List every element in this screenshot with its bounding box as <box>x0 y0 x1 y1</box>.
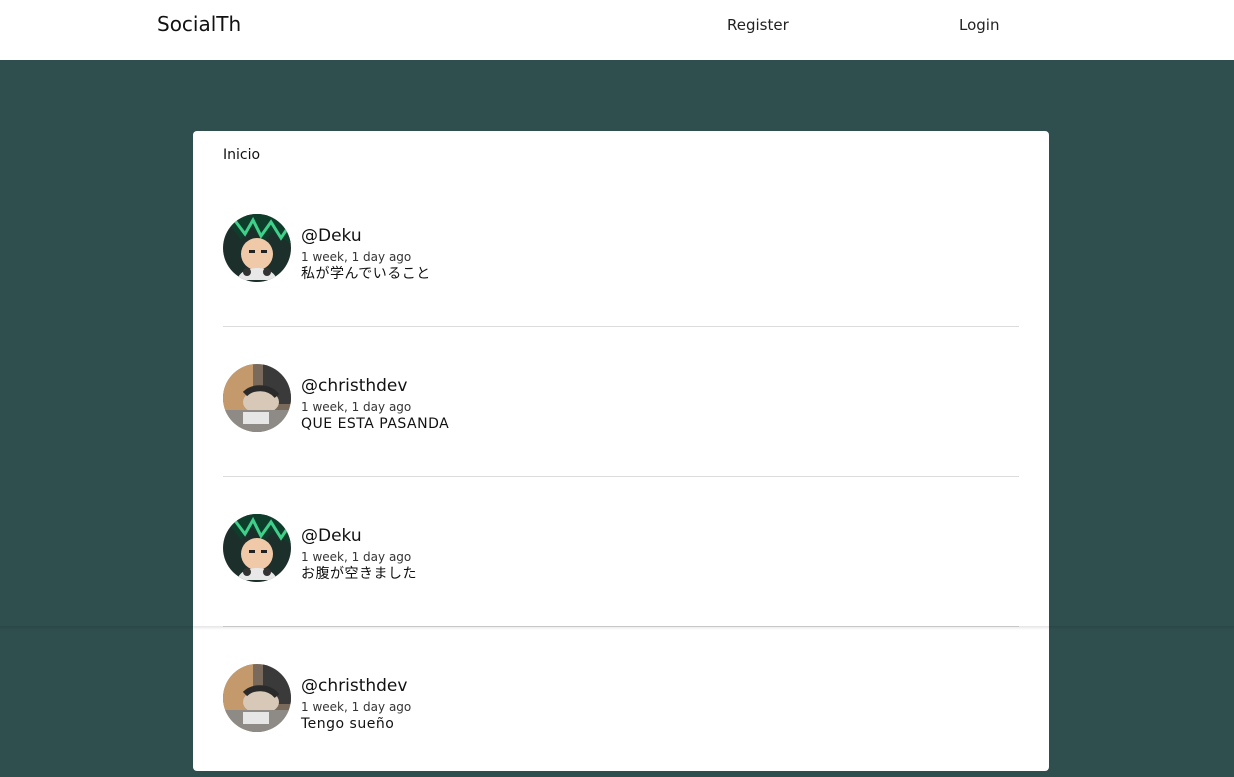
post-item: @Deku 1 week, 1 day ago 私が学んでいること <box>223 177 1019 327</box>
post-content: お腹が空きました <box>301 566 417 582</box>
post-author-handle[interactable]: @Deku <box>301 225 362 247</box>
feed-title: Inicio <box>223 147 261 163</box>
post-content: 私が学んでいること <box>301 266 431 282</box>
post-timestamp: 1 week, 1 day ago <box>301 250 412 264</box>
post-content: Tengo sueño <box>301 716 395 732</box>
feed-card: Inicio @Deku 1 week, 1 day ago 私が学んでいること <box>193 131 1049 771</box>
deku-avatar[interactable] <box>223 214 291 282</box>
christhdev-avatar[interactable] <box>223 664 291 732</box>
post-author-handle[interactable]: @Deku <box>301 525 362 547</box>
post-item: @christhdev 1 week, 1 day ago Tengo sueñ… <box>223 627 1019 777</box>
post-author-handle[interactable]: @christhdev <box>301 675 407 697</box>
post-item: @Deku 1 week, 1 day ago お腹が空きました <box>223 477 1019 627</box>
post-item: @christhdev 1 week, 1 day ago QUE ESTA P… <box>223 327 1019 477</box>
deku-avatar[interactable] <box>223 514 291 582</box>
brand-logo-link[interactable]: SocialTh <box>157 10 241 38</box>
top-navbar: SocialTh Register Login <box>0 0 1234 60</box>
post-content: QUE ESTA PASANDA <box>301 416 450 432</box>
post-timestamp: 1 week, 1 day ago <box>301 700 412 714</box>
deku-avatar-icon <box>223 514 291 582</box>
login-link[interactable]: Login <box>959 15 999 35</box>
post-timestamp: 1 week, 1 day ago <box>301 550 412 564</box>
christhdev-avatar-icon <box>223 364 291 432</box>
post-author-handle[interactable]: @christhdev <box>301 375 407 397</box>
deku-avatar-icon <box>223 214 291 282</box>
christhdev-avatar[interactable] <box>223 364 291 432</box>
christhdev-avatar-icon <box>223 664 291 732</box>
register-link[interactable]: Register <box>727 15 789 35</box>
post-timestamp: 1 week, 1 day ago <box>301 400 412 414</box>
